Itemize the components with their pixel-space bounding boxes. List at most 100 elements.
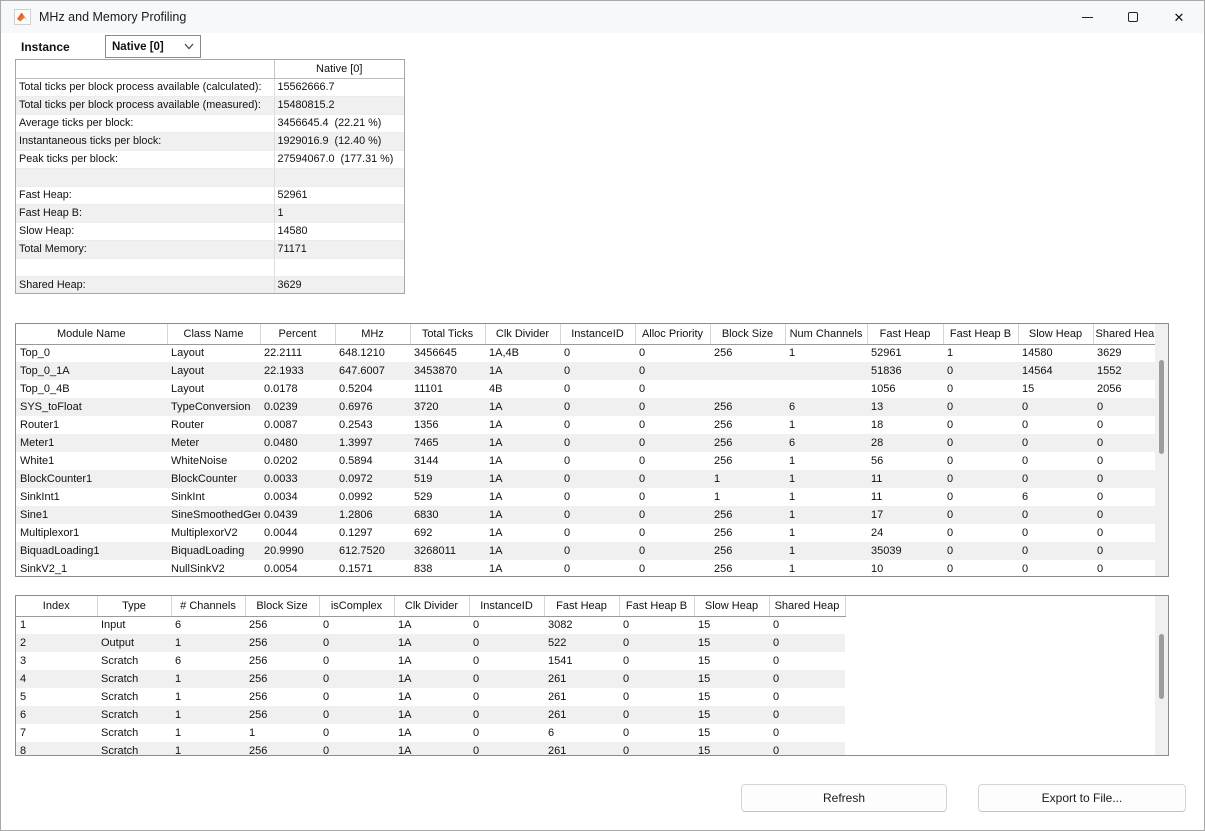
- table-cell: 519: [410, 470, 485, 488]
- table-row[interactable]: 8Scratch125601A02610150: [16, 742, 845, 756]
- table-cell: 15562666.7: [274, 78, 404, 96]
- table-cell: 0: [560, 542, 635, 560]
- table-cell: 0: [469, 670, 544, 688]
- table-row[interactable]: 7Scratch1101A060150: [16, 724, 845, 742]
- table-cell: 0: [1018, 542, 1093, 560]
- table-cell: SinkInt: [167, 488, 260, 506]
- module-table-scrollbar[interactable]: [1155, 324, 1168, 576]
- table-cell: 1: [710, 488, 785, 506]
- table-cell: 11101: [410, 380, 485, 398]
- table-cell: Layout: [167, 344, 260, 362]
- table-row[interactable]: Average ticks per block:3456645.4 (22.21…: [16, 114, 404, 132]
- table-cell: 1541: [544, 652, 619, 670]
- minimize-icon: [1082, 17, 1093, 18]
- table-cell: Total Memory:: [16, 240, 274, 258]
- table-cell: 1A: [485, 524, 560, 542]
- table-cell: 256: [710, 506, 785, 524]
- table-cell: 1.2806: [335, 506, 410, 524]
- scrollbar-thumb[interactable]: [1159, 360, 1164, 454]
- table-row[interactable]: 2Output125601A05220150: [16, 634, 845, 652]
- table-row[interactable]: Total ticks per block process available …: [16, 78, 404, 96]
- table-cell: 256: [245, 670, 319, 688]
- table-cell: 0: [769, 634, 845, 652]
- table-row[interactable]: Meter1Meter0.04801.399774651A00256628000: [16, 434, 1157, 452]
- table-cell: 0: [319, 652, 394, 670]
- table-cell: Top_0_4B: [16, 380, 167, 398]
- minimize-button[interactable]: [1064, 1, 1110, 33]
- table-cell: 0: [1018, 470, 1093, 488]
- table-cell: 0: [1018, 560, 1093, 577]
- table-cell: 1: [943, 344, 1018, 362]
- table-row[interactable]: Top_0_4BLayout0.01780.5204111014B0010560…: [16, 380, 1157, 398]
- table-row[interactable]: Instantaneous ticks per block:1929016.9 …: [16, 132, 404, 150]
- buffer-table-scrollbar[interactable]: [1155, 596, 1168, 755]
- table-row[interactable]: Total Memory:71171: [16, 240, 404, 258]
- table-cell: 0: [769, 724, 845, 742]
- table-row[interactable]: Shared Heap:3629: [16, 276, 404, 294]
- table-row[interactable]: 6Scratch125601A02610150: [16, 706, 845, 724]
- table-row[interactable]: [16, 168, 404, 186]
- table-cell: 14580: [1018, 344, 1093, 362]
- table-cell: 20.9990: [260, 542, 335, 560]
- table-cell: Multiplexor1: [16, 524, 167, 542]
- table-cell: 71171: [274, 240, 404, 258]
- table-cell: 1A: [394, 670, 469, 688]
- table-cell: 4: [16, 670, 97, 688]
- table-row[interactable]: 3Scratch625601A015410150: [16, 652, 845, 670]
- table-row[interactable]: BlockCounter1BlockCounter0.00330.0972519…: [16, 470, 1157, 488]
- close-button[interactable]: ✕: [1156, 1, 1202, 33]
- table-row[interactable]: SYS_toFloatTypeConversion0.02390.6976372…: [16, 398, 1157, 416]
- table-row[interactable]: Sine1SineSmoothedGen0.04391.280668301A00…: [16, 506, 1157, 524]
- table-cell: 612.7520: [335, 542, 410, 560]
- module-table-grid: Module NameClass NamePercentMHzTotal Tic…: [16, 324, 1157, 577]
- table-cell: 11: [867, 488, 943, 506]
- table-row[interactable]: Slow Heap:14580: [16, 222, 404, 240]
- module-table: Module NameClass NamePercentMHzTotal Tic…: [15, 323, 1169, 577]
- table-row[interactable]: SinkV2_1NullSinkV20.00540.15718381A00256…: [16, 560, 1157, 577]
- table-cell: 15: [694, 616, 769, 634]
- column-header: Shared Heap: [1093, 324, 1157, 344]
- buffer-table-grid: IndexType# ChannelsBlock SizeisComplexCl…: [16, 596, 846, 756]
- table-row[interactable]: 1Input625601A030820150: [16, 616, 845, 634]
- table-cell: 0: [943, 524, 1018, 542]
- table-row[interactable]: Peak ticks per block:27594067.0 (177.31 …: [16, 150, 404, 168]
- table-cell: 15: [694, 688, 769, 706]
- table-row[interactable]: Router1Router0.00870.254313561A002561180…: [16, 416, 1157, 434]
- export-to-file-button[interactable]: Export to File...: [978, 784, 1186, 812]
- table-row[interactable]: 4Scratch125601A02610150: [16, 670, 845, 688]
- instance-dropdown[interactable]: Native [0]: [105, 35, 201, 58]
- table-cell: 0: [943, 542, 1018, 560]
- table-cell: 3268011: [410, 542, 485, 560]
- table-cell: 1: [785, 524, 867, 542]
- table-row[interactable]: SinkInt1SinkInt0.00340.09925291A00111106…: [16, 488, 1157, 506]
- table-cell: 6: [1018, 488, 1093, 506]
- table-cell: 0: [635, 452, 710, 470]
- table-cell: 0: [469, 616, 544, 634]
- table-cell: 15: [694, 724, 769, 742]
- table-row[interactable]: BiquadLoading1BiquadLoading20.9990612.75…: [16, 542, 1157, 560]
- table-cell: 0: [769, 670, 845, 688]
- table-row[interactable]: Fast Heap:52961: [16, 186, 404, 204]
- table-cell: 0: [635, 542, 710, 560]
- table-row[interactable]: [16, 258, 404, 276]
- table-row[interactable]: Multiplexor1MultiplexorV20.00440.1297692…: [16, 524, 1157, 542]
- column-header: Fast Heap B: [619, 596, 694, 616]
- table-cell: 3629: [274, 276, 404, 294]
- table-cell: 6830: [410, 506, 485, 524]
- table-cell: 0: [635, 380, 710, 398]
- table-cell: 0: [619, 724, 694, 742]
- scrollbar-thumb[interactable]: [1159, 634, 1164, 699]
- table-row[interactable]: White1WhiteNoise0.02020.589431441A002561…: [16, 452, 1157, 470]
- table-cell: BiquadLoading1: [16, 542, 167, 560]
- table-row[interactable]: 5Scratch125601A02610150: [16, 688, 845, 706]
- table-cell: BlockCounter1: [16, 470, 167, 488]
- table-cell: 1: [785, 344, 867, 362]
- column-header: Module Name: [16, 324, 167, 344]
- table-row[interactable]: Top_0_1ALayout22.1933647.600734538701A00…: [16, 362, 1157, 380]
- table-row[interactable]: Top_0Layout22.2111648.121034566451A,4B00…: [16, 344, 1157, 362]
- maximize-button[interactable]: [1110, 1, 1156, 33]
- table-cell: 3629: [1093, 344, 1157, 362]
- table-row[interactable]: Total ticks per block process available …: [16, 96, 404, 114]
- refresh-button[interactable]: Refresh: [741, 784, 947, 812]
- table-row[interactable]: Fast Heap B:1: [16, 204, 404, 222]
